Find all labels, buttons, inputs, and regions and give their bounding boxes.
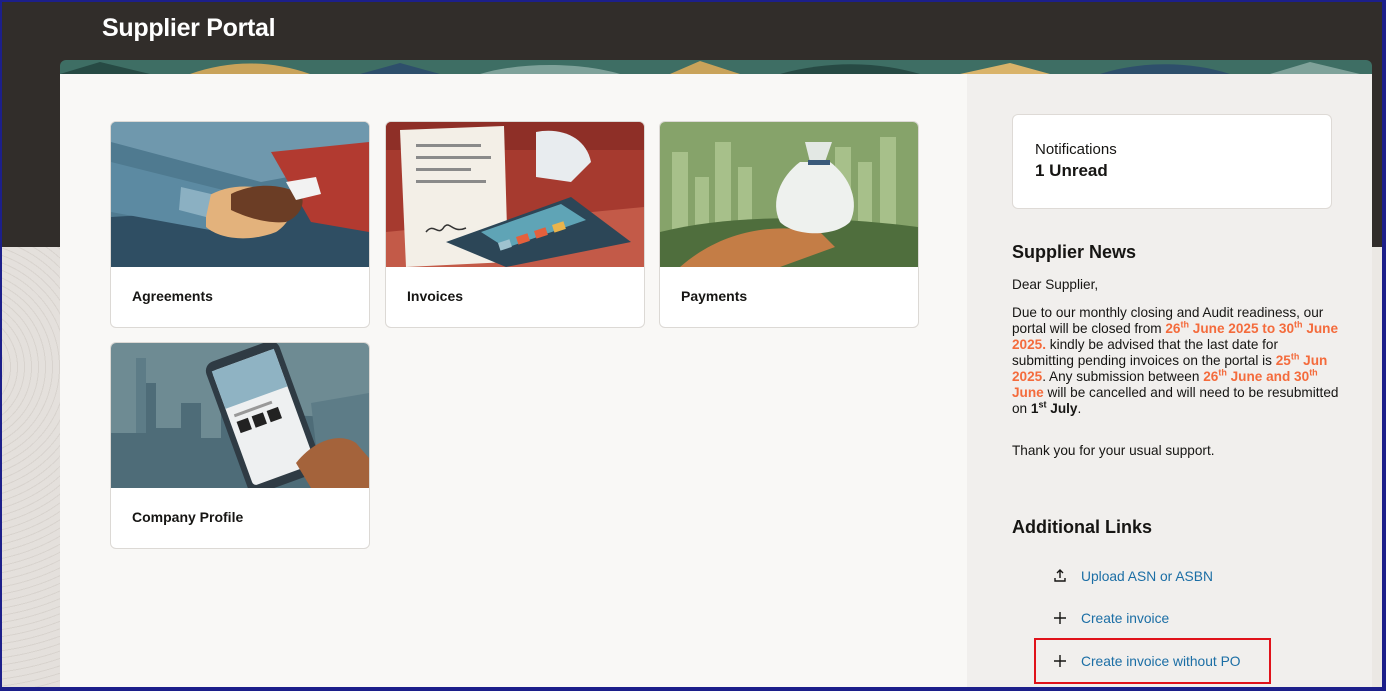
app-window: Supplier Portal Agreements Invoices Paym… xyxy=(0,0,1386,691)
phone-illustration xyxy=(111,343,369,488)
news-paragraph: Due to our monthly closing and Audit rea… xyxy=(1012,305,1339,416)
news-date-bold: 1st July xyxy=(1030,399,1078,416)
link-create-invoice-label[interactable]: Create invoice xyxy=(1081,611,1169,626)
background-pattern xyxy=(2,247,62,687)
card-payments[interactable]: Payments xyxy=(659,121,919,328)
notifications-tile[interactable]: Notifications 1 Unread xyxy=(1012,114,1332,209)
calculator-illustration xyxy=(386,122,644,267)
card-company-profile-label: Company Profile xyxy=(132,509,244,525)
additional-links-heading: Additional Links xyxy=(1012,517,1153,537)
link-create-invoice[interactable]: Create invoice xyxy=(1052,608,1169,628)
card-agreements-label: Agreements xyxy=(132,288,213,304)
card-invoices[interactable]: Invoices xyxy=(385,121,645,328)
supplier-news-body: Dear Supplier, Due to our monthly closin… xyxy=(1012,277,1340,471)
card-company-profile[interactable]: Company Profile xyxy=(110,342,370,549)
notifications-title: Notifications xyxy=(1035,141,1117,158)
plus-icon xyxy=(1052,610,1068,626)
money-bag-illustration xyxy=(660,122,918,267)
link-create-invoice-without-po-label[interactable]: Create invoice without PO xyxy=(1081,654,1241,669)
decorative-banner xyxy=(60,60,1372,74)
card-payments-label: Payments xyxy=(681,288,748,304)
plus-icon xyxy=(1052,653,1068,669)
card-invoices-label: Invoices xyxy=(407,288,464,304)
notifications-count: 1 Unread xyxy=(1035,161,1108,180)
page-title: Supplier Portal xyxy=(102,14,276,42)
news-date: 26th June 2025 to xyxy=(1165,319,1276,336)
handshake-illustration xyxy=(111,122,369,267)
supplier-news-heading: Supplier News xyxy=(1012,242,1137,262)
link-upload-asn[interactable]: Upload ASN or ASBN xyxy=(1052,566,1213,586)
news-text: kindly be advised that the last date for… xyxy=(1012,337,1279,368)
link-create-invoice-without-po[interactable]: Create invoice without PO xyxy=(1052,651,1241,671)
card-agreements[interactable]: Agreements xyxy=(110,121,370,328)
news-greeting: Dear Supplier, xyxy=(1012,277,1099,292)
upload-icon xyxy=(1052,568,1068,584)
news-thanks: Thank you for your usual support. xyxy=(1012,443,1215,458)
link-upload-asn-label[interactable]: Upload ASN or ASBN xyxy=(1081,569,1213,584)
news-text: . Any submission between xyxy=(1042,369,1200,384)
